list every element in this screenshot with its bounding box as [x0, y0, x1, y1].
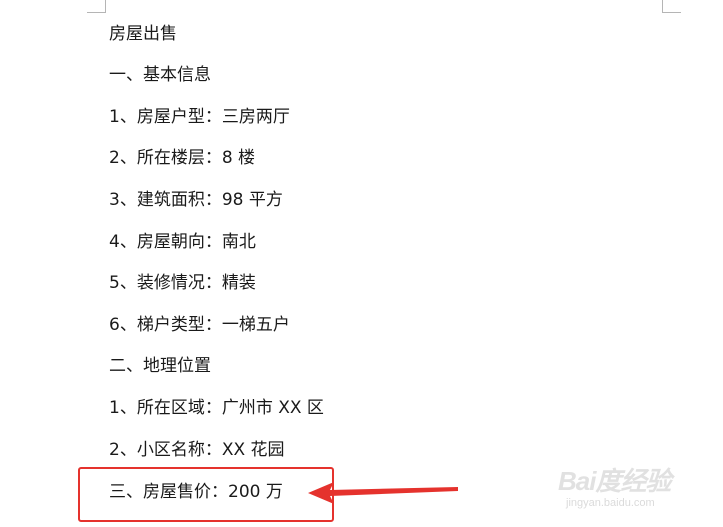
watermark-url: jingyan.baidu.com [566, 497, 655, 509]
section-heading-basic-info: 一、基本信息 [109, 65, 211, 85]
section-heading-location: 二、地理位置 [109, 356, 211, 376]
list-item: 6、梯户类型：一梯五户 [109, 315, 290, 335]
list-item: 1、所在区域：广州市 XX 区 [109, 398, 324, 418]
list-item: 4、房屋朝向：南北 [109, 232, 256, 252]
list-item: 5、装修情况：精装 [109, 273, 256, 293]
document-page: 房屋出售 一、基本信息 1、房屋户型：三房两厅 2、所在楼层：8 楼 3、建筑面… [0, 0, 723, 527]
document-title: 房屋出售 [109, 24, 177, 44]
watermark-brand: Bai度经验 [558, 466, 671, 496]
page-corner-marker-left [87, 0, 106, 13]
list-item: 1、房屋户型：三房两厅 [109, 107, 290, 127]
baidu-jingyan-watermark: Bai度经验 jingyan.baidu.com [558, 455, 708, 525]
red-arrow-icon [308, 482, 458, 504]
red-highlight-box [78, 467, 334, 522]
list-item: 2、所在楼层：8 楼 [109, 148, 256, 168]
page-corner-marker-right [662, 0, 681, 13]
list-item: 2、小区名称：XX 花园 [109, 440, 285, 460]
list-item: 3、建筑面积：98 平方 [109, 190, 283, 210]
